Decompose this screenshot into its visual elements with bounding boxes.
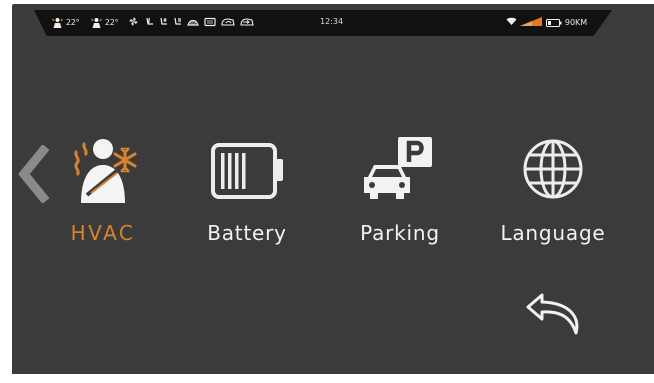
driver-heat-indicator: 22° xyxy=(52,16,80,30)
menu-item-parking[interactable]: Parking xyxy=(325,135,475,255)
fan-icon xyxy=(129,16,138,29)
menu-item-label: Language xyxy=(500,221,606,245)
passenger-heat-indicator: 22° xyxy=(91,16,119,30)
fresh-air-icon xyxy=(240,16,254,29)
driver-heat-icon xyxy=(52,17,63,28)
device-frame: 22° 22° 12:34 90KM HVAC Battery Parking … xyxy=(0,0,654,383)
menu-item-hvac[interactable]: HVAC xyxy=(28,135,178,255)
parking-icon xyxy=(364,137,432,199)
driver-temp: 22° xyxy=(65,18,80,27)
seat-vent-icon xyxy=(173,16,182,29)
return-arrow-icon xyxy=(526,293,579,335)
passenger-temp: 22° xyxy=(104,18,119,27)
menu-item-label: HVAC xyxy=(70,221,136,245)
battery-icon xyxy=(546,18,562,27)
globe-icon xyxy=(523,139,583,199)
passenger-heat-icon xyxy=(91,17,102,28)
seat-heat-icon xyxy=(145,16,154,29)
battery-status: 90KM xyxy=(546,16,587,30)
seat-cool-icon xyxy=(159,16,168,29)
clock: 12:34 xyxy=(320,17,344,26)
defrost-front-icon xyxy=(187,16,199,29)
signal-icon xyxy=(520,16,542,29)
menu-item-label: Battery xyxy=(207,221,287,245)
range-readout: 90KM xyxy=(564,18,588,27)
status-bar: 22° 22° 12:34 90KM xyxy=(34,10,612,36)
menu-item-battery[interactable]: Battery xyxy=(172,135,322,255)
menu-item-language[interactable]: Language xyxy=(478,135,628,255)
battery-icon xyxy=(211,143,283,199)
wifi-icon xyxy=(506,16,517,29)
recirculation-icon xyxy=(221,16,235,29)
return-button[interactable] xyxy=(522,289,586,339)
defrost-rear-icon xyxy=(204,16,216,29)
menu-item-label: Parking xyxy=(360,221,440,245)
hvac-icon xyxy=(74,139,137,203)
